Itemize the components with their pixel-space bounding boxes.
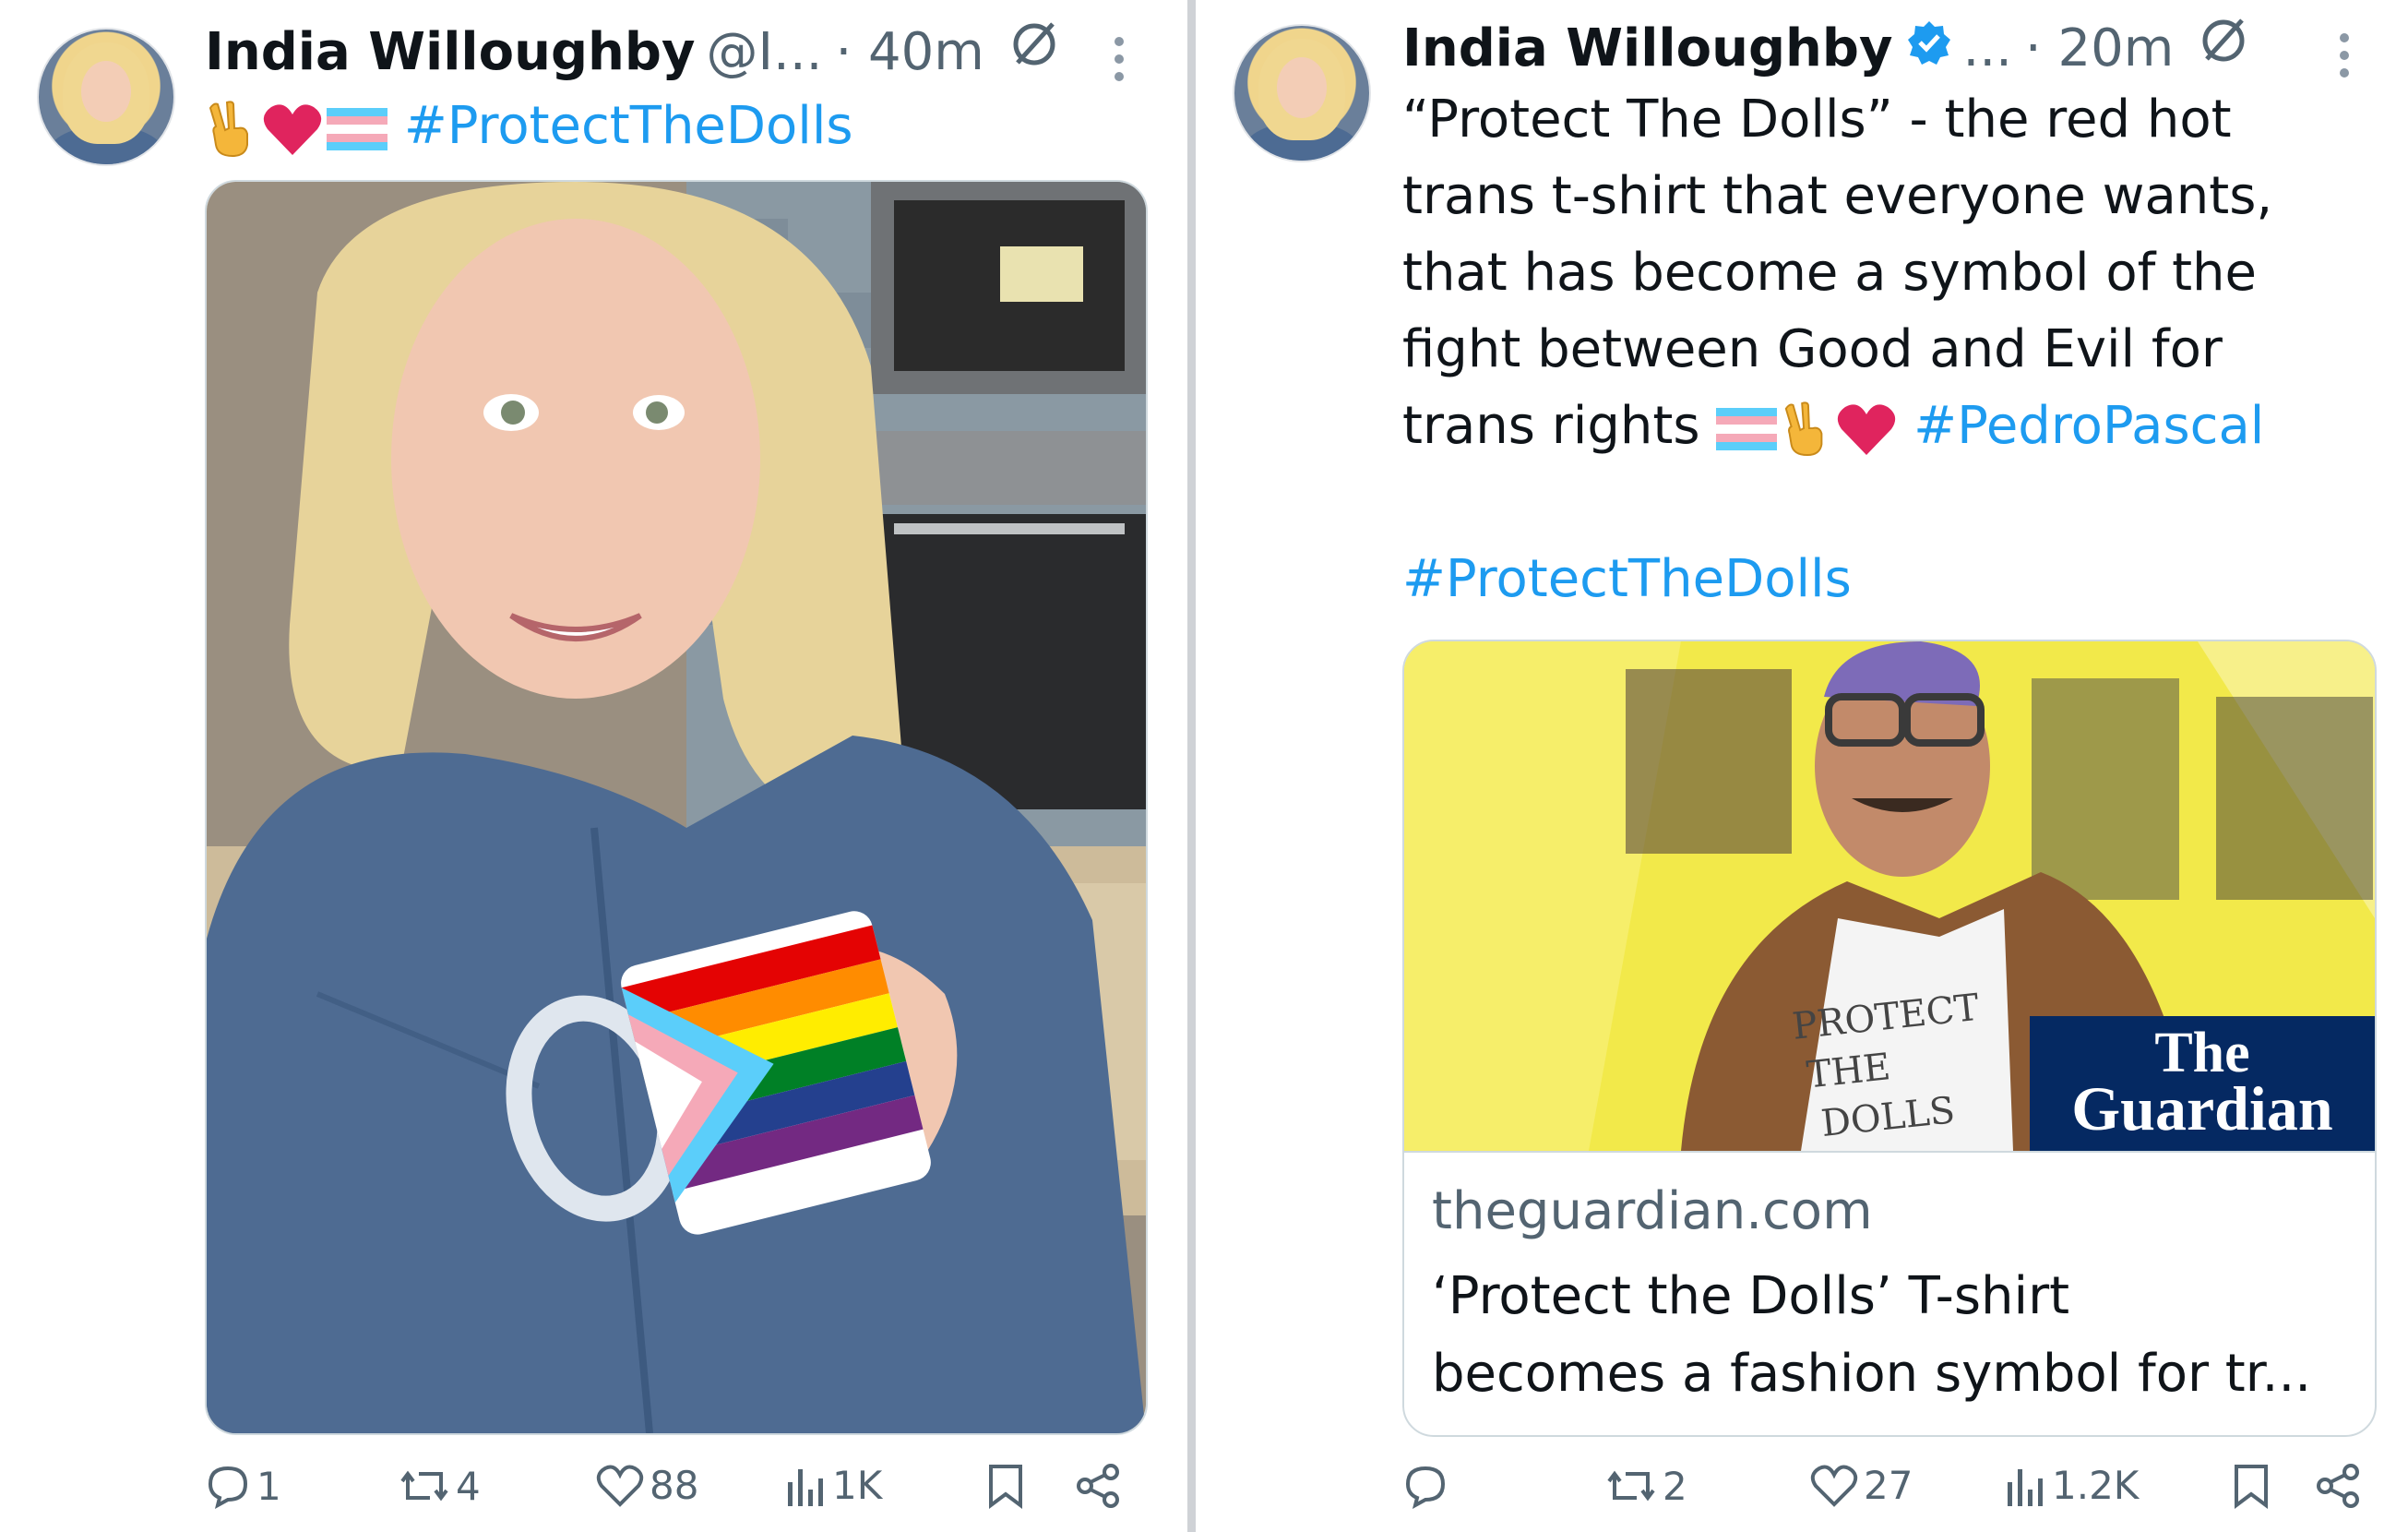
repost-icon [400, 1470, 448, 1502]
transgender-flag-icon [327, 107, 387, 150]
view-count: 1.2K [2052, 1463, 2140, 1508]
display-name[interactable]: India Willoughby [205, 20, 696, 85]
right-tweet: India Willoughby ... · 20m “Protect The … [1196, 0, 2408, 1532]
transgender-flag-icon [1716, 407, 1778, 450]
like-count: 27 [1864, 1463, 1913, 1508]
more-options-icon[interactable] [2340, 33, 2351, 86]
display-name[interactable]: India Willoughby [1402, 17, 1893, 81]
tweet-text: #ProtectTheDolls [205, 88, 853, 164]
views-icon [788, 1468, 823, 1506]
tweet-actions: 1 4 88 1K [205, 1463, 1144, 1527]
tweet-header: India Willoughby @I... · 40m [205, 18, 1060, 86]
grok-icon[interactable] [1008, 18, 1060, 86]
card-domain: theguardian.com [1432, 1181, 1873, 1241]
card-title-line: becomes a fashion symbol for tr... [1432, 1344, 2312, 1404]
photo-illustration [207, 182, 1146, 1433]
bookmark-icon [2235, 1465, 2268, 1509]
emoji-group [1716, 401, 1897, 457]
share-icon [1077, 1464, 1119, 1508]
left-tweet: India Willoughby @I... · 40m #ProtectThe… [0, 0, 1187, 1532]
repost-count: 2 [1663, 1463, 1687, 1509]
guardian-logo: The Guardian [2030, 1016, 2375, 1151]
card-title: ‘Protect the Dolls’ T-shirt becomes a fa… [1432, 1258, 2311, 1413]
reply-button[interactable] [1402, 1463, 1454, 1509]
user-handle[interactable]: ... [1963, 17, 2012, 81]
share-icon [2317, 1464, 2359, 1508]
emoji-group [205, 101, 387, 158]
panel-divider [1187, 0, 1196, 1532]
logo-line: Guardian [2071, 1073, 2333, 1143]
victory-hand-icon [209, 101, 248, 157]
reply-button[interactable]: 1 [205, 1463, 281, 1509]
avatar[interactable] [37, 28, 175, 166]
reply-icon [1405, 1466, 1446, 1509]
repost-button[interactable]: 2 [1605, 1463, 1687, 1509]
logo-line: The [2154, 1022, 2250, 1084]
tweet-text: “Protect The Dolls” - the red hot trans … [1402, 81, 2380, 617]
views-button[interactable]: 1K [786, 1463, 882, 1508]
timestamp[interactable]: · 20m [2025, 17, 2174, 81]
reply-icon [208, 1466, 248, 1509]
shirt-text: PROTECT THE DOLLS [1790, 983, 1992, 1151]
views-icon [2008, 1468, 2043, 1506]
link-card[interactable]: PROTECT THE DOLLS The Guardian theguardi… [1402, 640, 2377, 1437]
tweet-line: fight between Good and Evil for [1402, 319, 2223, 379]
repost-icon [1607, 1470, 1655, 1502]
heart-icon [1810, 1465, 1858, 1507]
tweet-photo[interactable] [205, 180, 1148, 1435]
like-button[interactable]: 27 [1810, 1463, 1913, 1508]
card-title-line: ‘Protect the Dolls’ T-shirt [1432, 1266, 2070, 1326]
user-handle[interactable]: @I... [707, 20, 823, 85]
tweet-line: “Protect The Dolls” - the red hot [1402, 90, 2232, 150]
red-heart-icon [263, 104, 322, 155]
tweet-actions: 2 27 1.2K [1402, 1463, 2380, 1527]
tweet-line: trans rights [1402, 396, 1700, 456]
bookmark-button[interactable] [2233, 1463, 2270, 1509]
hashtag-link[interactable]: #PedroPascal [1913, 396, 2264, 456]
verified-badge-icon [1906, 17, 1952, 81]
reply-count: 1 [256, 1463, 281, 1509]
bookmark-button[interactable] [987, 1463, 1024, 1509]
heart-icon [596, 1465, 644, 1507]
tweet-header: India Willoughby ... · 20m [1402, 15, 2249, 82]
red-heart-icon [1838, 404, 1896, 455]
like-count: 88 [650, 1463, 699, 1508]
share-button[interactable] [2316, 1463, 2362, 1509]
timestamp[interactable]: · 40m [835, 20, 983, 85]
repost-count: 4 [456, 1463, 481, 1509]
grok-icon[interactable] [2198, 15, 2249, 82]
share-button[interactable] [1076, 1463, 1122, 1509]
view-count: 1K [832, 1463, 883, 1508]
hashtag-link[interactable]: #ProtectTheDolls [1402, 541, 2380, 617]
views-button[interactable]: 1.2K [2006, 1463, 2139, 1508]
tweet-line-with-emoji: trans rights #PedroPascal [1402, 388, 2380, 464]
like-button[interactable]: 88 [596, 1463, 698, 1508]
tweet-line: trans t-shirt that everyone wants, [1402, 166, 2273, 226]
victory-hand-icon [1785, 401, 1823, 456]
avatar[interactable] [1233, 24, 1371, 162]
bookmark-icon [989, 1465, 1022, 1509]
tweet-line: that has become a symbol of the [1402, 243, 2257, 303]
more-options-icon[interactable] [1115, 37, 1126, 90]
repost-button[interactable]: 4 [399, 1463, 481, 1509]
hashtag-link[interactable]: #ProtectTheDolls [404, 96, 853, 156]
